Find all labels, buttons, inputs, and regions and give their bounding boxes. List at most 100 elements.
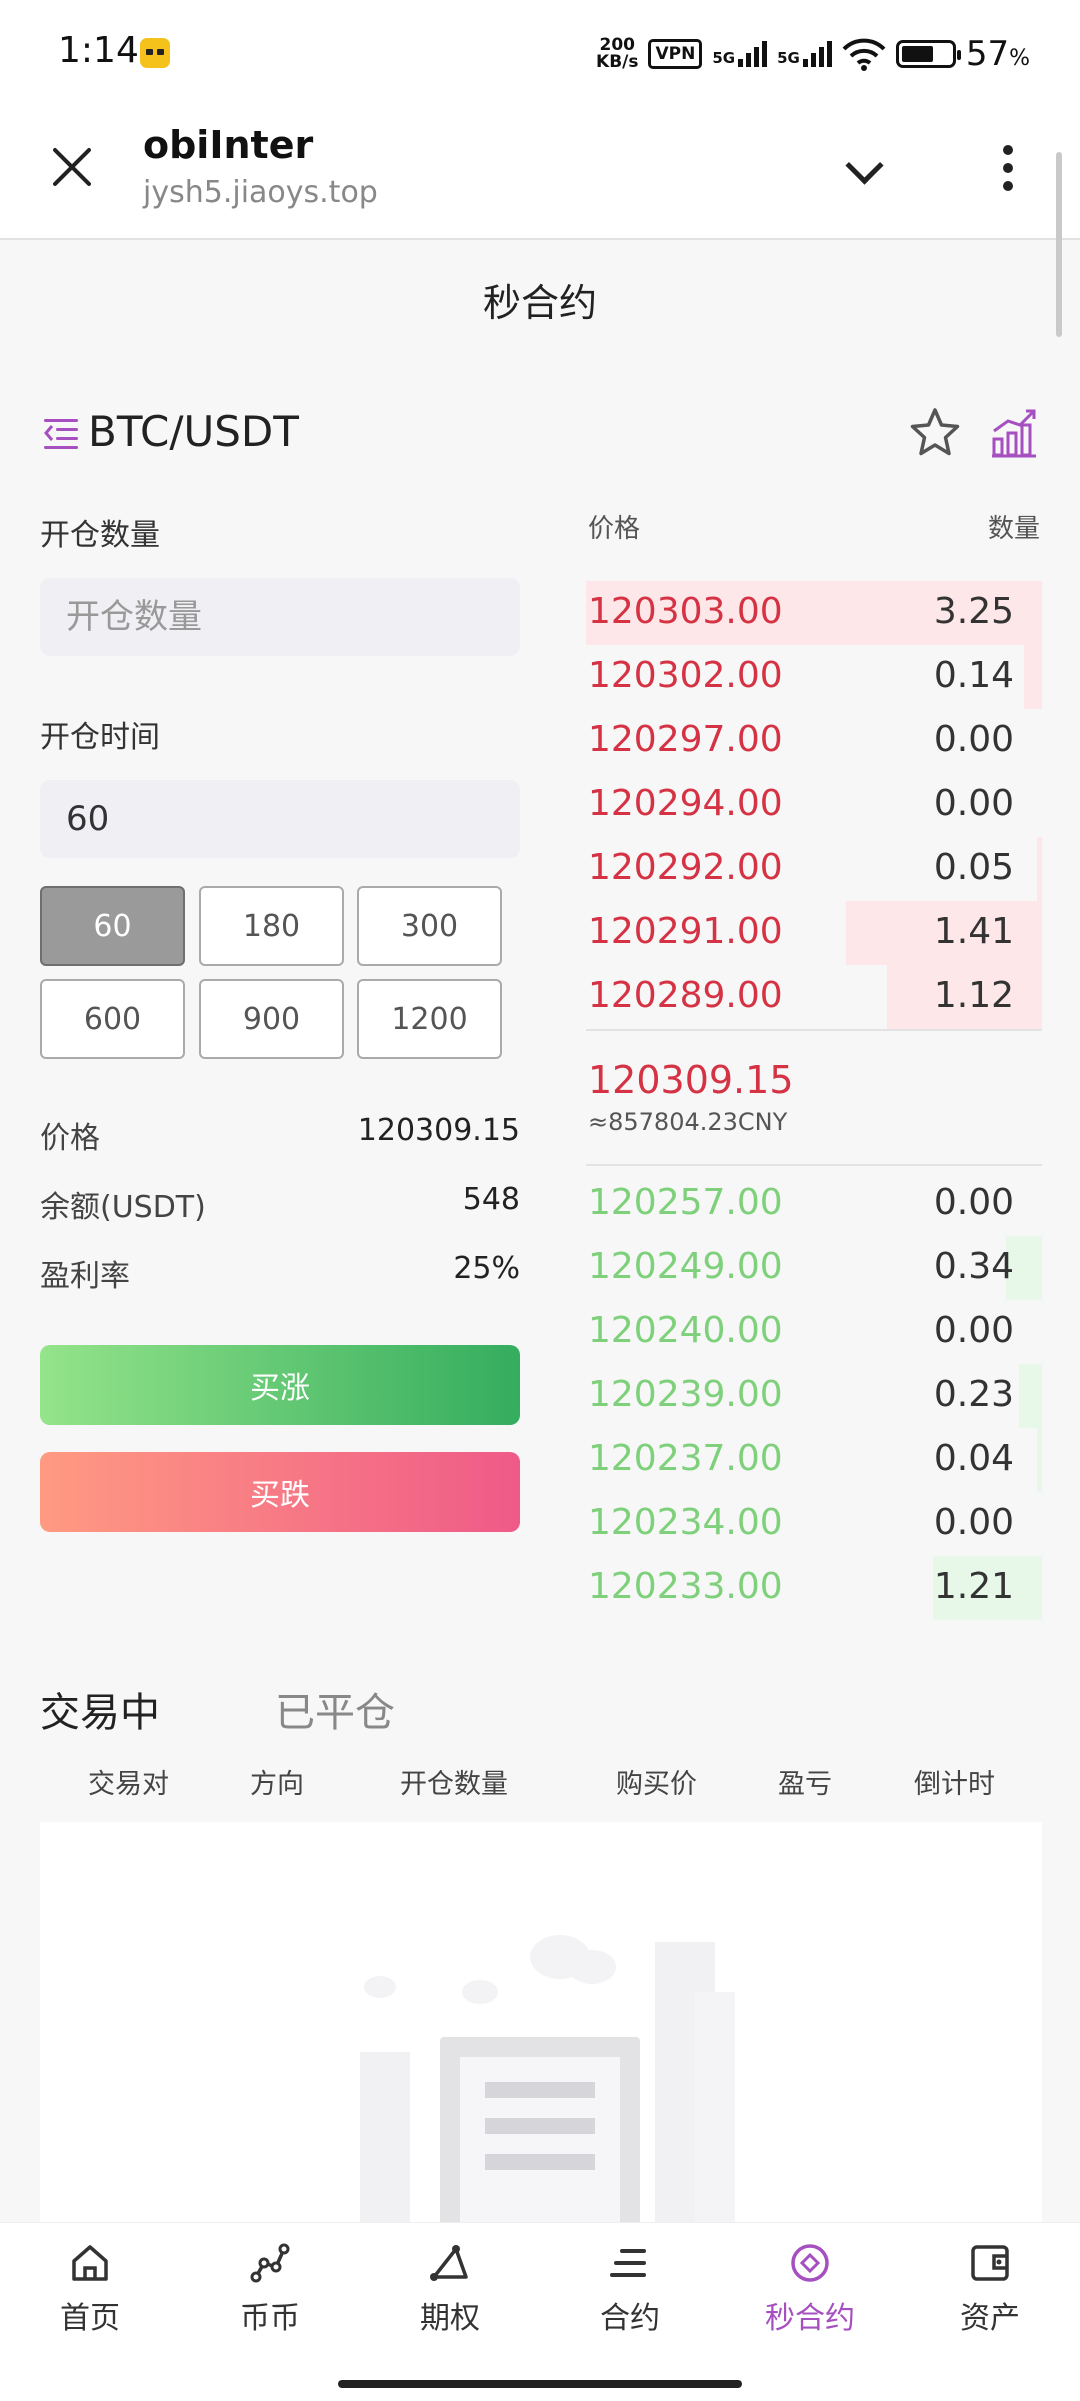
column-header: 交易对 [88,1769,169,1800]
nav-label: 秒合约 [765,2301,855,2336]
star-icon[interactable] [907,405,963,461]
nav-item-coin[interactable]: 币币 [180,2241,360,2337]
page-title: 秒合约 [482,281,597,325]
time-option-button[interactable]: 300 [357,886,502,966]
bid-row[interactable]: 120233.00 1.21 [586,1556,1042,1620]
profit-rate-value: 25% [453,1251,520,1286]
contract-icon [610,2249,646,2277]
ask-price: 120297.00 [588,719,783,760]
divider [586,1164,1042,1166]
ask-row[interactable]: 120302.00 0.14 [586,645,1042,709]
price-row: 价格 120309.15 [40,1113,520,1157]
second-contract-icon [791,2244,829,2282]
nav-label: 币币 [240,2301,300,2336]
bottom-nav: 首页 币币 期权 合约 秒合约 资产 [0,2222,1080,2358]
ask-row[interactable]: 120297.00 0.00 [586,709,1042,773]
coin-icon [250,2243,290,2283]
ask-row[interactable]: 120292.00 0.05 [586,837,1042,901]
signal-icon: 5G [777,41,832,67]
ask-row[interactable]: 120303.00 3.25 [586,581,1042,645]
chart-icon[interactable] [990,405,1038,461]
bid-qty: 0.04 [933,1438,1014,1479]
bid-row[interactable]: 120234.00 0.00 [586,1492,1042,1556]
pair-name[interactable]: BTC/USDT [88,407,299,456]
time-option-button[interactable]: 600 [40,979,185,1059]
time-input[interactable] [40,780,520,858]
bid-qty: 0.34 [933,1246,1014,1287]
ask-price: 120289.00 [588,975,783,1016]
home-icon [72,2245,108,2281]
ask-qty: 0.00 [933,783,1014,824]
ask-qty: 0.00 [933,719,1014,760]
ask-row[interactable]: 120294.00 0.00 [586,773,1042,837]
ask-qty: 3.25 [933,591,1014,632]
browser-url[interactable]: jysh5.jiaoys.top [143,175,378,210]
bid-row[interactable]: 120257.00 0.00 [586,1172,1042,1236]
browser-title: obiInter [143,123,314,167]
ask-qty: 1.41 [933,911,1014,952]
price-value: 120309.15 [357,1113,520,1148]
price-label: 价格 [40,1121,100,1156]
bid-price: 120239.00 [588,1374,783,1415]
status-icons: 200 KB/s VPN 5G 5G 57% [596,34,1030,74]
bid-price: 120234.00 [588,1502,783,1543]
signal-icon: 5G [712,41,768,67]
depth-bar [1023,645,1042,709]
nav-item-assets[interactable]: 资产 [900,2241,1080,2337]
bid-qty: 0.23 [933,1374,1014,1415]
bid-row[interactable]: 120240.00 0.00 [586,1300,1042,1364]
ask-row[interactable]: 120291.00 1.41 [586,901,1042,965]
bid-qty: 0.00 [933,1182,1014,1223]
bid-row[interactable]: 120239.00 0.23 [586,1364,1042,1428]
buy-down-button[interactable]: 买跌 [40,1452,520,1532]
depth-bar [1037,1428,1042,1492]
nav-label: 合约 [600,2301,660,2336]
more-options-icon[interactable] [1000,145,1016,195]
time-option-button[interactable]: 180 [199,886,344,966]
home-indicator[interactable] [338,2380,742,2388]
status-bar: 1:14 200 KB/s VPN 5G 5G 57% [0,0,1080,105]
nav-label: 期权 [420,2301,480,2336]
qty-input[interactable] [40,578,520,656]
profit-rate-row: 盈利率 25% [40,1251,520,1295]
column-header: 倒计时 [914,1769,995,1800]
nav-item-second-contract[interactable]: 秒合约 [720,2241,900,2337]
nav-item-home[interactable]: 首页 [0,2241,180,2337]
app-notification-icon [140,38,170,68]
nav-item-contract[interactable]: 合约 [540,2241,720,2337]
wallet-icon [971,2245,1009,2281]
close-icon[interactable] [50,145,94,189]
nav-item-options[interactable]: 期权 [360,2241,540,2337]
network-speed: 200 KB/s [596,35,639,72]
bid-row[interactable]: 120249.00 0.34 [586,1236,1042,1300]
bid-price: 120257.00 [588,1182,783,1223]
tab-trading[interactable]: 交易中 [40,1680,160,1738]
divider [586,1029,1042,1031]
ask-price: 120302.00 [588,655,783,696]
bid-price: 120249.00 [588,1246,783,1287]
system-nav-bar [0,2358,1080,2401]
options-icon [430,2245,468,2281]
orderbook-qty-header: 数量 [987,514,1040,544]
column-header: 购买价 [616,1769,697,1800]
bid-qty: 1.21 [933,1566,1014,1607]
time-option-button[interactable]: 900 [199,979,344,1059]
qty-label: 开仓数量 [40,518,160,553]
last-price: 120309.15 [588,1058,794,1102]
buy-up-button[interactable]: 买涨 [40,1345,520,1425]
time-option-button[interactable]: 60 [40,886,185,966]
bid-row[interactable]: 120237.00 0.04 [586,1428,1042,1492]
ask-price: 120294.00 [588,783,783,824]
ask-row[interactable]: 120289.00 1.12 [586,965,1042,1029]
bid-qty: 0.00 [933,1502,1014,1543]
chevron-down-icon[interactable] [845,150,883,188]
menu-icon[interactable] [44,417,78,449]
battery-icon [895,40,961,68]
depth-bar [1019,1364,1042,1428]
column-header: 盈亏 [778,1769,832,1800]
battery-percent: 57% [965,34,1030,74]
time-option-button[interactable]: 1200 [357,979,502,1059]
ask-qty: 0.14 [933,655,1014,696]
tab-closed[interactable]: 已平仓 [275,1680,395,1738]
vpn-icon: VPN [648,39,703,69]
